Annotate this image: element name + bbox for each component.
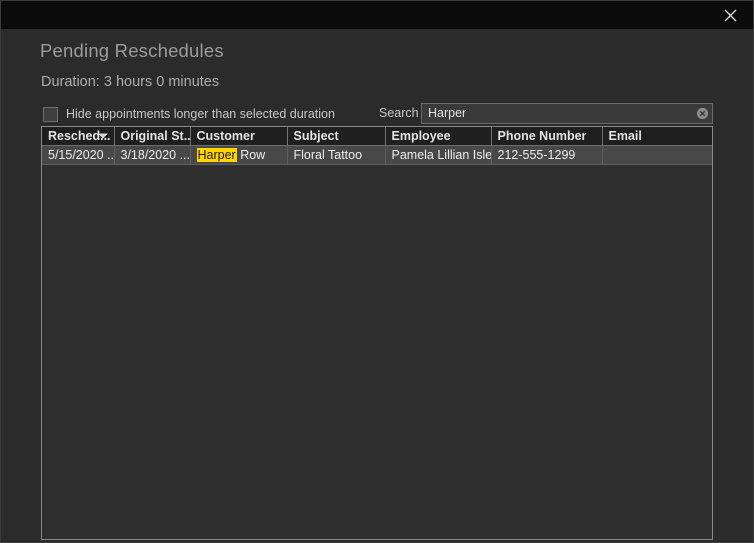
clear-search-icon[interactable] [692, 104, 712, 123]
cell-employee: Pamela Lillian Isley [385, 145, 492, 165]
hide-long-appointments-label: Hide appointments longer than selected d… [66, 107, 335, 121]
pending-reschedules-window: Pending Reschedules Duration: 3 hours 0 … [0, 0, 754, 543]
cell-customer-rest: Row [236, 147, 266, 162]
sort-descending-icon [97, 133, 108, 139]
column-header-label: Subject [293, 128, 339, 143]
cell-subject: Floral Tattoo [287, 145, 386, 165]
dialog-content: Pending Reschedules Duration: 3 hours 0 … [1, 29, 753, 542]
page-title: Pending Reschedules [40, 40, 224, 61]
column-header-original-start[interactable]: Original St... [114, 127, 191, 146]
column-header-customer[interactable]: Customer [190, 127, 288, 146]
filter-row: Hide appointments longer than selected d… [41, 103, 713, 125]
cell-customer: Harper Row [190, 145, 288, 165]
cell-original-start: 3/18/2020 ... [114, 145, 191, 165]
search-input[interactable] [422, 104, 692, 123]
close-icon [724, 9, 737, 22]
cell-email [602, 145, 712, 165]
window-titlebar [1, 1, 753, 29]
column-header-label: Phone Number [497, 128, 587, 143]
table-header-row: Resched... Original St... Customer Subje… [42, 127, 712, 146]
column-header-label: Customer [196, 128, 255, 143]
column-header-subject[interactable]: Subject [287, 127, 386, 146]
column-header-employee[interactable]: Employee [385, 127, 492, 146]
close-window-button[interactable] [707, 1, 753, 29]
hide-long-appointments-checkbox[interactable]: Hide appointments longer than selected d… [43, 103, 335, 125]
column-header-label: Employee [391, 128, 451, 143]
reschedules-grid[interactable]: Resched... Original St... Customer Subje… [41, 126, 713, 540]
column-header-email[interactable]: Email [602, 127, 712, 146]
table-row[interactable]: 5/15/2020 ... 3/18/2020 ... Harper Row F… [42, 145, 712, 165]
column-header-label: Original St... [120, 128, 190, 143]
column-header-phone-number[interactable]: Phone Number [491, 127, 603, 146]
column-header-label: Email [608, 128, 642, 143]
search-label: Search [379, 106, 419, 120]
reschedules-table: Resched... Original St... Customer Subje… [42, 127, 712, 165]
search-box[interactable] [421, 103, 713, 124]
cell-rescheduled: 5/15/2020 ... [42, 145, 115, 165]
column-header-rescheduled[interactable]: Resched... [42, 127, 115, 146]
checkbox-box[interactable] [43, 106, 58, 122]
search-match-highlight: Harper [196, 147, 237, 162]
cell-phone-number: 212-555-1299 [491, 145, 603, 165]
duration-label: Duration: 3 hours 0 minutes [41, 74, 220, 90]
